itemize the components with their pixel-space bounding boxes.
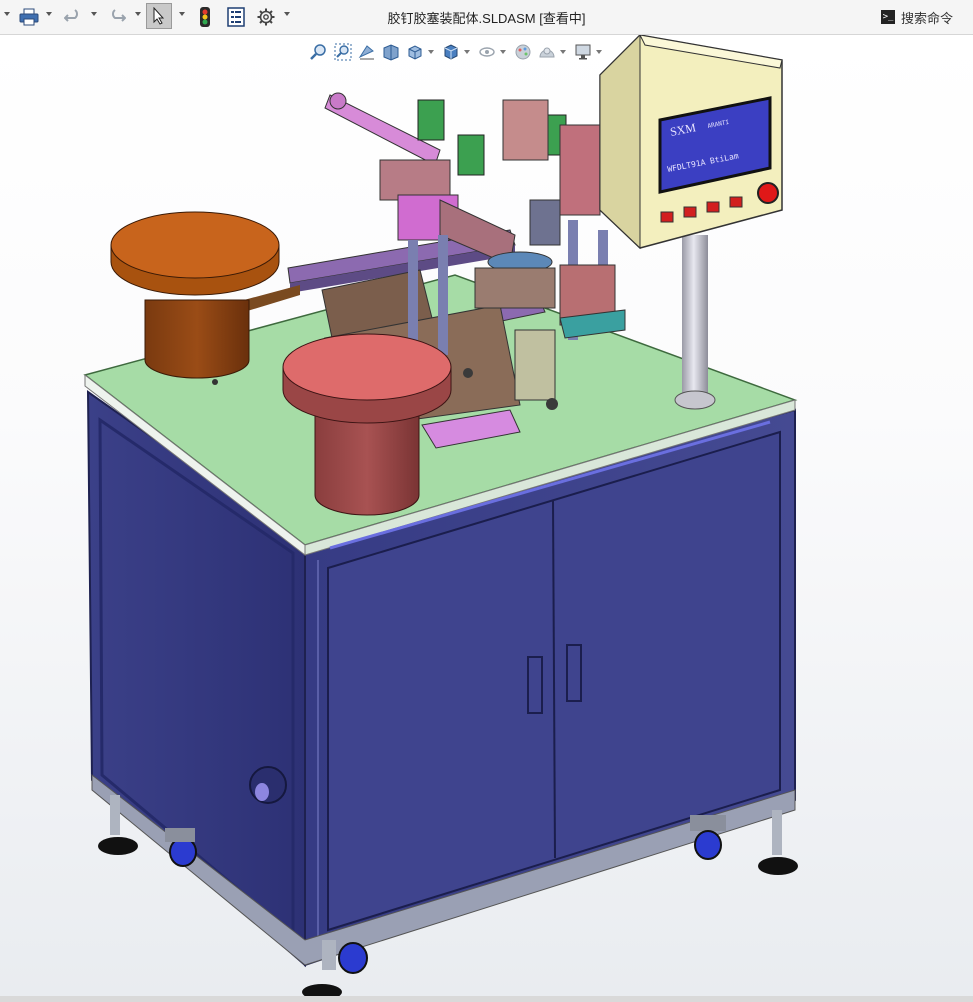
gear-icon	[257, 8, 275, 26]
print-button[interactable]	[16, 5, 42, 29]
graphics-area[interactable]: SXM ARANTI WFDLT91A BtiLam	[0, 35, 973, 996]
status-strip	[0, 996, 973, 1002]
file-properties-icon	[227, 7, 245, 27]
printer-icon	[19, 8, 39, 26]
undo-icon	[64, 9, 78, 22]
assembly-model[interactable]: SXM ARANTI WFDLT91A BtiLam	[0, 35, 973, 996]
options-dropdown-arrow[interactable]	[284, 12, 290, 16]
redo-dropdown-arrow[interactable]	[135, 12, 141, 16]
search-commands[interactable]: >_ 搜索命令	[881, 6, 961, 28]
cursor-icon	[153, 7, 165, 25]
command-prompt-icon: >_	[881, 10, 895, 24]
redo-button[interactable]	[104, 5, 130, 29]
hmi-button-2[interactable]	[683, 206, 697, 218]
undo-dropdown-arrow[interactable]	[91, 12, 97, 16]
emergency-stop-button[interactable]	[757, 182, 779, 204]
select-dropdown-arrow[interactable]	[179, 12, 185, 16]
print-dropdown-arrow[interactable]	[46, 12, 52, 16]
hmi-button-1[interactable]	[660, 211, 674, 223]
search-label: 搜索命令	[901, 10, 954, 26]
title-bar: 胶钉胶塞装配体.SLDASM [查看中] >_ 搜索命令	[0, 0, 973, 35]
select-button[interactable]	[146, 3, 172, 29]
hmi-button-4[interactable]	[729, 196, 743, 208]
file-properties-button[interactable]	[224, 5, 248, 29]
redo-icon	[112, 9, 126, 22]
undo-button[interactable]	[60, 5, 86, 29]
hmi-button-3[interactable]	[706, 201, 720, 213]
rebuild-button[interactable]	[194, 5, 216, 29]
options-button[interactable]	[254, 5, 278, 29]
traffic-light-icon	[200, 7, 210, 27]
menu-dropdown-arrow[interactable]	[4, 12, 10, 16]
control-box: SXM ARANTI WFDLT91A BtiLam	[599, 35, 783, 250]
